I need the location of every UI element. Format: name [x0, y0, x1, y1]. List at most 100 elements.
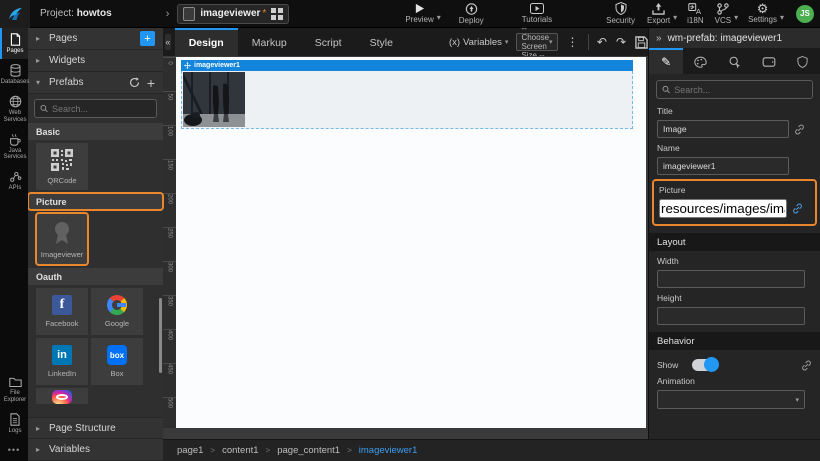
collapse-right-panel-button[interactable]: »: [656, 33, 662, 44]
tab-properties[interactable]: ✎: [649, 48, 683, 74]
height-input[interactable]: [657, 307, 805, 325]
tab-style[interactable]: Style: [356, 28, 407, 56]
width-input[interactable]: [657, 270, 805, 288]
collapse-left-panel-button[interactable]: «: [165, 34, 171, 50]
prefab-tile-google[interactable]: Google: [91, 288, 143, 335]
ruler-tick-label: 350: [167, 296, 173, 307]
security-button[interactable]: Security: [606, 0, 635, 28]
rail-item-pages[interactable]: Pages: [0, 28, 28, 59]
export-button[interactable]: Export: [647, 0, 670, 28]
page-selector[interactable]: imageviewer *: [177, 4, 289, 24]
tab-device[interactable]: [752, 48, 786, 74]
picture-input[interactable]: [659, 199, 787, 218]
wavemaker-logo[interactable]: [0, 0, 30, 28]
prefab-tile-instagram[interactable]: [36, 388, 88, 404]
breadcrumb-content1[interactable]: content1: [222, 445, 258, 456]
more-options-icon[interactable]: ⋮: [567, 35, 579, 49]
tutorials-button[interactable]: Tutorials: [522, 0, 552, 28]
page-selector-value: imageviewer: [200, 8, 260, 19]
settings-caret-icon[interactable]: ▾: [780, 13, 784, 22]
tab-styles[interactable]: [683, 48, 717, 74]
device-icon: [762, 57, 776, 67]
breadcrumb-page1[interactable]: page1: [177, 445, 203, 456]
preview-button[interactable]: Preview: [405, 0, 433, 28]
page-surface[interactable]: imageviewer1: [176, 57, 646, 428]
breadcrumb-page-content1[interactable]: page_content1: [277, 445, 340, 456]
rail-item-apis[interactable]: APIs: [0, 165, 28, 196]
rail-more-button[interactable]: •••: [0, 439, 28, 461]
refresh-prefabs-icon[interactable]: [129, 77, 140, 88]
save-icon[interactable]: [635, 36, 648, 49]
rail-item-logs[interactable]: Logs: [0, 408, 28, 439]
ruler-tick-label: 500: [167, 398, 173, 409]
bind-picture-icon[interactable]: [792, 203, 803, 214]
svg-text:A: A: [696, 7, 702, 15]
name-label: Name: [657, 143, 812, 153]
variables-button[interactable]: (x) Variables ▾: [449, 37, 509, 48]
rail-item-java-services[interactable]: Java Services: [0, 128, 28, 166]
wavemaker-logo-icon: [6, 5, 24, 23]
name-input[interactable]: [657, 157, 789, 175]
box-icon: box: [107, 345, 127, 365]
tab-security[interactable]: [786, 48, 820, 74]
facebook-icon: f: [52, 295, 72, 315]
vcs-caret-icon[interactable]: ▾: [734, 13, 738, 22]
accordion-variables[interactable]: ▸ Variables: [28, 439, 163, 461]
tab-design[interactable]: Design: [175, 28, 238, 56]
database-icon: [9, 64, 22, 77]
deploy-button[interactable]: Deploy: [459, 0, 484, 28]
prefab-search: [34, 99, 157, 118]
select-caret-icon: ▾: [549, 38, 553, 46]
rail-item-web-services[interactable]: Web Services: [0, 90, 28, 128]
preview-caret-icon[interactable]: ▾: [437, 13, 441, 22]
prefab-tile-facebook[interactable]: f Facebook: [36, 288, 88, 335]
widget-selection-header[interactable]: imageviewer1: [181, 60, 633, 71]
behavior-section-header[interactable]: Behavior: [649, 332, 820, 350]
imageviewer-icon: [51, 220, 73, 246]
prefab-tile-qrcode[interactable]: QRCode: [36, 143, 88, 190]
user-avatar[interactable]: JS: [796, 5, 814, 23]
prefab-tile-box[interactable]: box Box: [91, 338, 143, 385]
undo-icon[interactable]: ↶: [597, 35, 607, 49]
redo-icon[interactable]: ↷: [616, 35, 626, 49]
property-search-input[interactable]: [674, 85, 807, 95]
animation-select[interactable]: ▾: [657, 390, 805, 409]
bind-show-icon[interactable]: [801, 360, 812, 371]
rail-item-file-explorer[interactable]: File Explorer: [0, 371, 28, 408]
design-canvas[interactable]: 050100150200250300350400450500 imageview…: [163, 56, 648, 428]
add-page-button[interactable]: +: [140, 31, 155, 46]
page-grid-icon[interactable]: [271, 8, 283, 20]
arrow-right-icon: ▸: [36, 34, 42, 43]
rail-item-databases[interactable]: Databases: [0, 59, 28, 90]
vcs-button[interactable]: VCS: [715, 0, 731, 28]
panel-scrollbar[interactable]: [159, 298, 162, 373]
breadcrumb-imageviewer1[interactable]: imageviewer1: [359, 445, 418, 456]
prefab-tile-imageviewer[interactable]: Imageviewer: [36, 213, 88, 265]
show-toggle[interactable]: [692, 359, 718, 371]
prefab-tile-linkedin[interactable]: in LinkedIn: [36, 338, 88, 385]
add-prefab-icon[interactable]: +: [147, 75, 155, 91]
width-label: Width: [657, 256, 812, 266]
prefab-search-input[interactable]: [52, 104, 151, 114]
property-search: [656, 80, 813, 99]
accordion-widgets[interactable]: ▸ Widgets: [28, 50, 163, 72]
left-panel: ▸ Pages + ▸ Widgets ▾ Prefabs +: [28, 28, 163, 461]
i18n-button[interactable]: A i18N: [687, 0, 703, 28]
widget-label: imageviewer1: [194, 62, 240, 69]
accordion-page-structure[interactable]: ▸ Page Structure: [28, 417, 163, 439]
tab-script[interactable]: Script: [301, 28, 356, 56]
export-caret-icon[interactable]: ▾: [673, 13, 677, 22]
screen-size-select[interactable]: -- Choose Screen Size -- ▾: [516, 33, 557, 51]
bind-title-icon[interactable]: [794, 124, 805, 135]
layout-section-header[interactable]: Layout: [649, 233, 820, 251]
settings-button[interactable]: ⚙ Settings: [748, 0, 777, 28]
ruler-tick-label: 450: [167, 364, 173, 375]
tab-inspect[interactable]: [717, 48, 751, 74]
tab-markup[interactable]: Markup: [238, 28, 301, 56]
imageviewer-widget[interactable]: imageviewer1: [181, 60, 633, 129]
title-input[interactable]: [657, 120, 789, 138]
accordion-prefabs[interactable]: ▾ Prefabs +: [28, 72, 163, 94]
widget-content[interactable]: [181, 71, 633, 129]
accordion-pages[interactable]: ▸ Pages +: [28, 28, 163, 50]
page-icon: [183, 7, 195, 21]
